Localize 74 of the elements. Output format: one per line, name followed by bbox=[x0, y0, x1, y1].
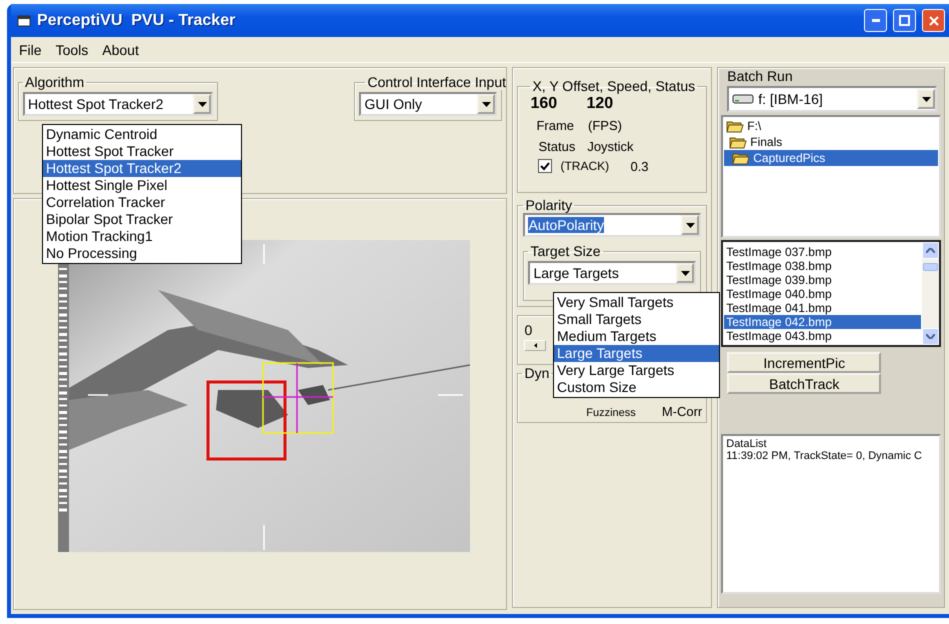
caret-down-icon bbox=[482, 102, 491, 106]
dropdown-arrow-button[interactable] bbox=[917, 89, 935, 109]
frame-label: Frame bbox=[536, 118, 574, 132]
caret-down-icon bbox=[680, 270, 690, 276]
caret-down-icon bbox=[198, 102, 206, 106]
y-offset-value: 120 bbox=[586, 95, 614, 113]
image-list-entry[interactable]: TestImage 041.bmp bbox=[724, 301, 921, 315]
group-label: Algorithm bbox=[24, 74, 86, 90]
m-corr-label: M-Corr bbox=[662, 404, 702, 419]
scroll-thumb[interactable] bbox=[923, 263, 938, 271]
image-list-entry[interactable]: TestImage 042.bmp bbox=[724, 315, 921, 329]
folder-icon bbox=[729, 136, 748, 148]
group-label: Batch Run bbox=[726, 68, 794, 84]
group-label: Target Size bbox=[529, 243, 602, 259]
drive-dropdown[interactable]: f: [IBM-16] bbox=[727, 86, 937, 112]
caret-down-icon bbox=[686, 222, 695, 228]
group-label: Control Interface Input bbox=[366, 74, 506, 90]
joystick-value: 0.3 bbox=[630, 158, 649, 174]
caret-left-icon bbox=[534, 343, 537, 348]
image-list-entry[interactable]: TestImage 043.bmp bbox=[724, 329, 921, 343]
status-label: Status bbox=[538, 138, 576, 154]
scroll-left-button[interactable] bbox=[524, 340, 546, 351]
app-icon bbox=[17, 14, 31, 26]
slider-min-label: 0 bbox=[524, 322, 532, 338]
dropdown-arrow-button[interactable] bbox=[676, 263, 694, 283]
scroll-up-button[interactable] bbox=[922, 242, 939, 259]
scrollbar[interactable] bbox=[922, 242, 939, 345]
joystick-label: Joystick bbox=[587, 138, 634, 154]
dropdown[interactable]: Large Targets bbox=[528, 261, 696, 285]
caret-down-icon bbox=[922, 96, 930, 102]
close-button[interactable] bbox=[922, 9, 945, 32]
dropdown[interactable]: AutoPolarity bbox=[523, 213, 702, 237]
action-button[interactable]: IncrementPic bbox=[727, 352, 882, 373]
folder-icon bbox=[732, 152, 750, 164]
group-label: X, Y Offset, Speed, Status bbox=[531, 78, 696, 94]
caret-up-icon bbox=[926, 248, 935, 253]
checkbox[interactable] bbox=[538, 159, 552, 173]
window-title: PerceptiVU PVU - Tracker bbox=[37, 12, 236, 30]
minimize-button[interactable] bbox=[864, 9, 887, 32]
x-offset-value: 160 bbox=[530, 95, 558, 113]
dropdown-arrow-button[interactable] bbox=[477, 94, 496, 114]
action-button[interactable]: BatchTrack bbox=[727, 373, 882, 394]
image-list-entry[interactable]: TestImage 039.bmp bbox=[724, 273, 921, 287]
dropdown-arrow-button[interactable] bbox=[681, 215, 700, 235]
maximize-icon bbox=[899, 15, 910, 26]
checkmark-icon bbox=[540, 162, 550, 170]
group-label: Polarity bbox=[524, 197, 574, 213]
fps-label: (FPS) bbox=[588, 118, 622, 132]
dropdown-arrow-button[interactable] bbox=[193, 94, 211, 114]
drive-icon bbox=[732, 94, 754, 104]
image-list-entry[interactable]: TestImage 040.bmp bbox=[724, 287, 921, 301]
caret-down-icon bbox=[926, 334, 935, 339]
dropdown[interactable]: Hottest Spot Tracker2 bbox=[23, 92, 213, 116]
track-label: (TRACK) bbox=[560, 159, 610, 173]
close-icon bbox=[928, 16, 938, 26]
image-list-entry[interactable]: TestImage 037.bmp bbox=[724, 245, 921, 259]
menu-item[interactable]: About bbox=[102, 42, 139, 58]
folder-icon bbox=[726, 120, 744, 132]
data-list-line: 11:39:02 PM, TrackState= 0, Dynamic C bbox=[726, 450, 923, 462]
data-list-header: DataList bbox=[726, 438, 768, 450]
fuzziness-label: Fuzziness bbox=[586, 407, 636, 419]
maximize-button[interactable] bbox=[893, 9, 916, 32]
menu-item[interactable]: Tools bbox=[56, 42, 88, 58]
folder-item[interactable]: CapturedPics bbox=[724, 150, 938, 166]
folder-item[interactable]: Finals bbox=[724, 134, 938, 150]
group-label: Dyn bbox=[523, 365, 550, 381]
scroll-down-button[interactable] bbox=[922, 328, 939, 345]
dropdown[interactable]: GUI Only bbox=[359, 92, 498, 116]
menu-item[interactable]: File bbox=[19, 42, 42, 58]
minimize-icon bbox=[872, 19, 880, 22]
image-list-entry[interactable]: TestImage 038.bmp bbox=[724, 259, 921, 273]
dropdown-option[interactable]: Large Targets bbox=[554, 345, 719, 362]
folder-item[interactable]: F:\ bbox=[724, 118, 938, 134]
dropdown-option[interactable]: Hottest Spot Tracker2 bbox=[43, 160, 241, 177]
